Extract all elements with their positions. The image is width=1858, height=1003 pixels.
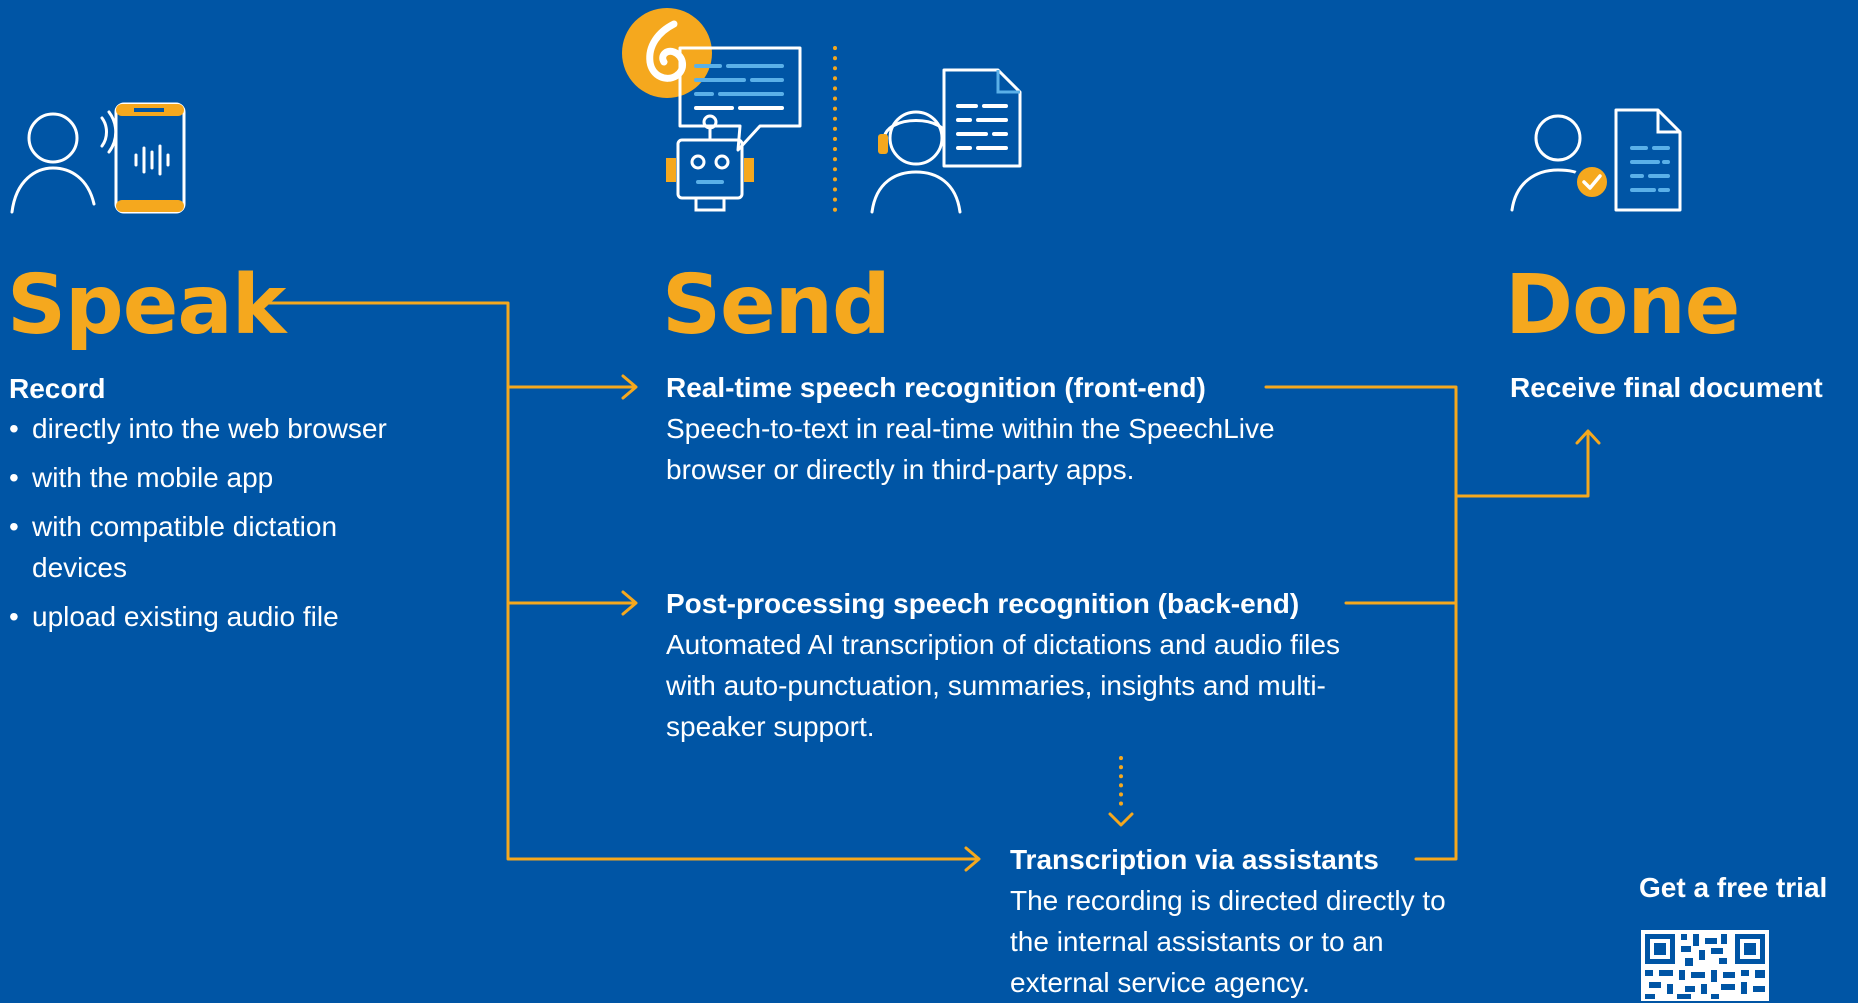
free-trial-label[interactable]: Get a free trial	[1639, 870, 1827, 906]
step-title-assistants: Transcription via assistants	[1010, 844, 1379, 875]
done-heading: Done	[1505, 258, 1740, 353]
record-list: directly into the web browser with the m…	[9, 408, 439, 645]
list-item: with compatible dictation devices	[9, 506, 439, 588]
list-item: directly into the web browser	[9, 408, 439, 449]
speak-heading: Speak	[7, 258, 286, 353]
send-heading: Send	[662, 258, 891, 353]
step-body-postprocessing: Automated AI transcription of dictations…	[666, 629, 1340, 742]
step-title-realtime: Real-time speech recognition (front-end)	[666, 372, 1206, 403]
step-title-postprocessing: Post-processing speech recognition (back…	[666, 588, 1300, 619]
done-subheading: Receive final document	[1510, 372, 1823, 403]
record-subheading: Record	[9, 373, 106, 404]
step-body-assistants: The recording is directed directly to th…	[1010, 885, 1446, 998]
list-item: upload existing audio file	[9, 596, 439, 637]
qr-code[interactable]	[1641, 930, 1769, 1001]
step-body-realtime: Speech-to-text in real-time within the S…	[666, 413, 1275, 485]
list-item: with the mobile app	[9, 457, 439, 498]
